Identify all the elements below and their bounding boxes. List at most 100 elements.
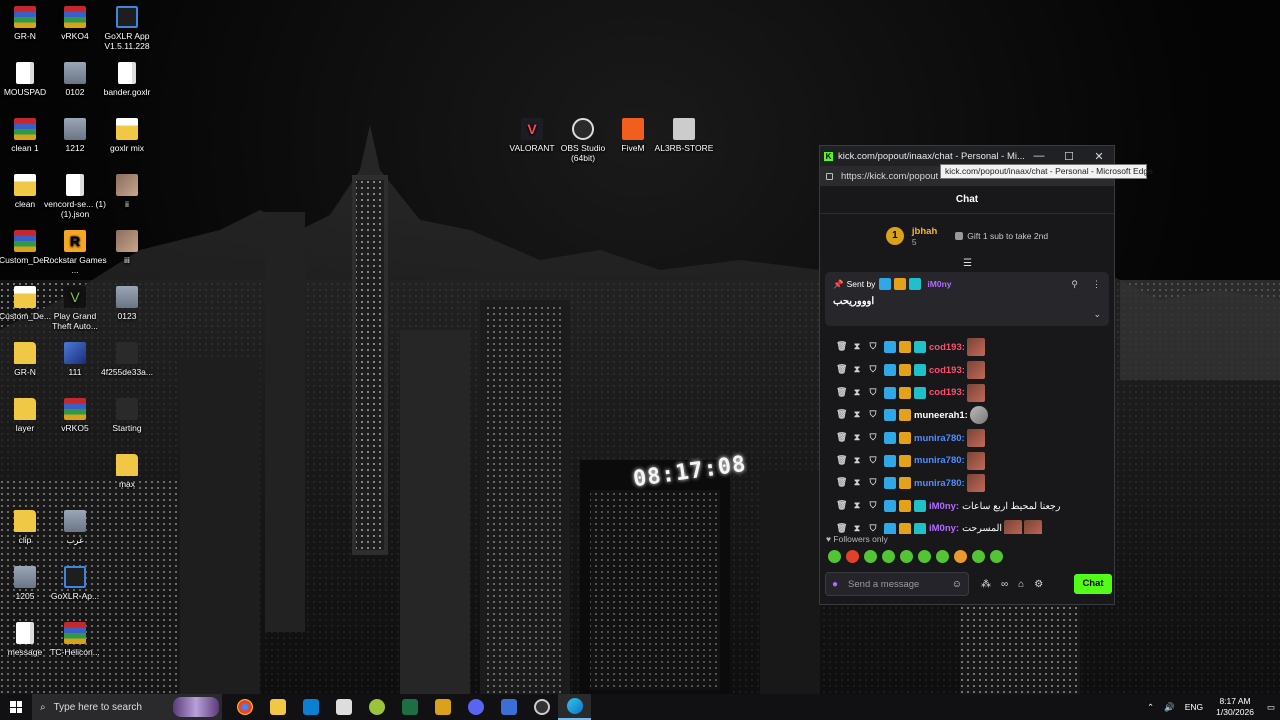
- taskbar-roblox[interactable]: [492, 694, 525, 720]
- desktop-icon[interactable]: GoXLR App V1.5.11.228: [95, 6, 159, 51]
- minimize-button[interactable]: —: [1024, 150, 1054, 162]
- taskbar-obs[interactable]: [525, 694, 558, 720]
- emote-icon[interactable]: [900, 549, 913, 563]
- timeout-icon[interactable]: ⧗: [852, 455, 862, 467]
- taskbar-excel[interactable]: [393, 694, 426, 720]
- taskbar-mail[interactable]: [327, 694, 360, 720]
- chat-username[interactable]: munira780:: [914, 433, 965, 444]
- desktop-icon[interactable]: 0123: [95, 286, 159, 321]
- taskbar-app-green[interactable]: [360, 694, 393, 720]
- timeout-icon[interactable]: ⧗: [852, 500, 862, 512]
- unpin-icon[interactable]: ⚲: [1071, 279, 1078, 290]
- desktop-icon[interactable]: iii: [95, 230, 159, 265]
- gift-leaderboard[interactable]: 1 jbhah 5 Gift 1 sub to take 2nd: [820, 214, 1114, 258]
- chat-username[interactable]: cod193:: [929, 365, 965, 376]
- ban-icon[interactable]: ⛉: [868, 500, 878, 512]
- chat-message[interactable]: 🗑 ⧗ ⛉ cod193:: [820, 381, 1114, 404]
- chat-messages-area[interactable]: ☰ 📌 Sent by iM0ny ⚲ ⋮ اوووريحب ⌄ 🗑 ⧗ ⛉ cod19…: [820, 258, 1114, 534]
- timeout-icon[interactable]: ⧗: [852, 477, 862, 489]
- chevron-down-icon[interactable]: ⌄: [1093, 309, 1101, 320]
- speaker-icon[interactable]: 🔊: [1164, 702, 1175, 713]
- desktop-icon[interactable]: max: [95, 454, 159, 489]
- timeout-icon[interactable]: ⧗: [852, 387, 862, 399]
- emote-icon[interactable]: [954, 549, 967, 563]
- send-chat-button[interactable]: Chat: [1074, 574, 1112, 594]
- start-button[interactable]: [0, 694, 32, 720]
- chat-message[interactable]: 🗑 ⧗ ⛉ munira780:: [820, 472, 1114, 495]
- chat-username[interactable]: munira780:: [914, 478, 965, 489]
- delete-icon[interactable]: 🗑: [836, 341, 847, 353]
- infinity-icon[interactable]: ∞: [1001, 579, 1008, 590]
- desktop-icon[interactable]: AL3RB-STORE: [652, 118, 716, 153]
- chat-username[interactable]: cod193:: [929, 387, 965, 398]
- taskbar-discord[interactable]: [459, 694, 492, 720]
- desktop-icon[interactable]: 4f255de33a...: [95, 342, 159, 377]
- group-icon[interactable]: ⁂: [981, 579, 991, 590]
- ban-icon[interactable]: ⛉: [868, 364, 878, 376]
- desktop-icon[interactable]: goxlr mix: [95, 118, 159, 153]
- taskbar-file-explorer[interactable]: [261, 694, 294, 720]
- pinned-message[interactable]: 📌 Sent by iM0ny ⚲ ⋮ اوووريحب ⌄: [825, 272, 1109, 326]
- delete-icon[interactable]: 🗑: [836, 364, 847, 376]
- chat-message[interactable]: 🗑 ⧗ ⛉ munira780:: [820, 427, 1114, 450]
- chat-username[interactable]: cod193:: [929, 342, 965, 353]
- delete-icon[interactable]: 🗑: [836, 432, 847, 444]
- taskbar-app-m[interactable]: [426, 694, 459, 720]
- chat-username[interactable]: muneerah1:: [914, 410, 968, 421]
- timeout-icon[interactable]: ⧗: [852, 432, 862, 444]
- lock-icon[interactable]: [826, 172, 833, 180]
- more-options-icon[interactable]: ⋮: [1092, 279, 1101, 290]
- delete-icon[interactable]: 🗑: [836, 387, 847, 399]
- desktop-icon[interactable]: TC-Helicon...: [43, 622, 107, 657]
- notifications-icon[interactable]: ▭: [1267, 702, 1275, 713]
- emote-icon[interactable]: [936, 549, 949, 563]
- leaderboard-username[interactable]: jbhah: [912, 226, 937, 237]
- emote-icon[interactable]: [864, 549, 877, 563]
- ban-icon[interactable]: ⛉: [868, 341, 878, 353]
- ban-icon[interactable]: ⛉: [868, 477, 878, 489]
- taskbar-clock[interactable]: 8:17 AM 1/30/2026: [1208, 696, 1262, 718]
- maximize-button[interactable]: ☐: [1054, 150, 1084, 163]
- desktop-icon[interactable]: bander.goxlr: [95, 62, 159, 97]
- filter-icon[interactable]: ☰: [963, 258, 972, 269]
- gift-sub-cta[interactable]: Gift 1 sub to take 2nd: [955, 231, 1048, 241]
- pinned-username[interactable]: iM0ny: [927, 279, 951, 289]
- close-button[interactable]: ✕: [1084, 150, 1114, 163]
- chat-message[interactable]: 🗑 ⧗ ⛉ cod193:: [820, 336, 1114, 359]
- desktop-icon[interactable]: GoXLR-Ap...: [43, 566, 107, 601]
- emote-icon[interactable]: [990, 549, 1003, 563]
- emote-icon[interactable]: [918, 549, 931, 563]
- ban-icon[interactable]: ⛉: [868, 455, 878, 467]
- desktop-icon[interactable]: Starting: [95, 398, 159, 433]
- delete-icon[interactable]: 🗑: [836, 409, 847, 421]
- ban-icon[interactable]: ⛉: [868, 432, 878, 444]
- gear-icon[interactable]: ⚙: [1034, 579, 1043, 590]
- timeout-icon[interactable]: ⧗: [852, 364, 862, 376]
- ban-icon[interactable]: ⛉: [868, 387, 878, 399]
- emote-icon[interactable]: [972, 549, 985, 563]
- message-input[interactable]: ● Send a message ☺: [825, 572, 969, 596]
- desktop-icon[interactable]: غرب: [43, 510, 107, 545]
- timeout-icon[interactable]: ⧗: [852, 409, 862, 421]
- timeout-icon[interactable]: ⧗: [852, 341, 862, 353]
- taskbar-chrome[interactable]: [228, 694, 261, 720]
- chat-username[interactable]: iM0ny:: [929, 501, 959, 512]
- store-icon[interactable]: ⌂: [1018, 579, 1024, 590]
- delete-icon[interactable]: 🗑: [836, 455, 847, 467]
- taskbar-edge[interactable]: [558, 694, 591, 720]
- chat-message[interactable]: 🗑 ⧗ ⛉ iM0ny: رجعنا لمحيط اربع ساعات: [820, 495, 1114, 518]
- taskbar-store[interactable]: [294, 694, 327, 720]
- emote-icon[interactable]: [828, 549, 841, 563]
- chevron-up-icon[interactable]: ⌃: [1147, 702, 1154, 713]
- chat-message[interactable]: 🗑 ⧗ ⛉ muneerah1:: [820, 404, 1114, 427]
- language-indicator[interactable]: ENG: [1185, 702, 1203, 712]
- ban-icon[interactable]: ⛉: [868, 409, 878, 421]
- taskbar-search[interactable]: ⌕ Type here to search: [32, 694, 222, 720]
- delete-icon[interactable]: 🗑: [836, 477, 847, 489]
- emote-icon[interactable]: [882, 549, 895, 563]
- window-titlebar[interactable]: K kick.com/popout/inaax/chat - Personal …: [820, 146, 1114, 166]
- emoji-icon[interactable]: ☺: [952, 579, 962, 590]
- delete-icon[interactable]: 🗑: [836, 500, 847, 512]
- emote-icon[interactable]: [846, 549, 859, 563]
- microphone-icon[interactable]: ●: [832, 579, 838, 590]
